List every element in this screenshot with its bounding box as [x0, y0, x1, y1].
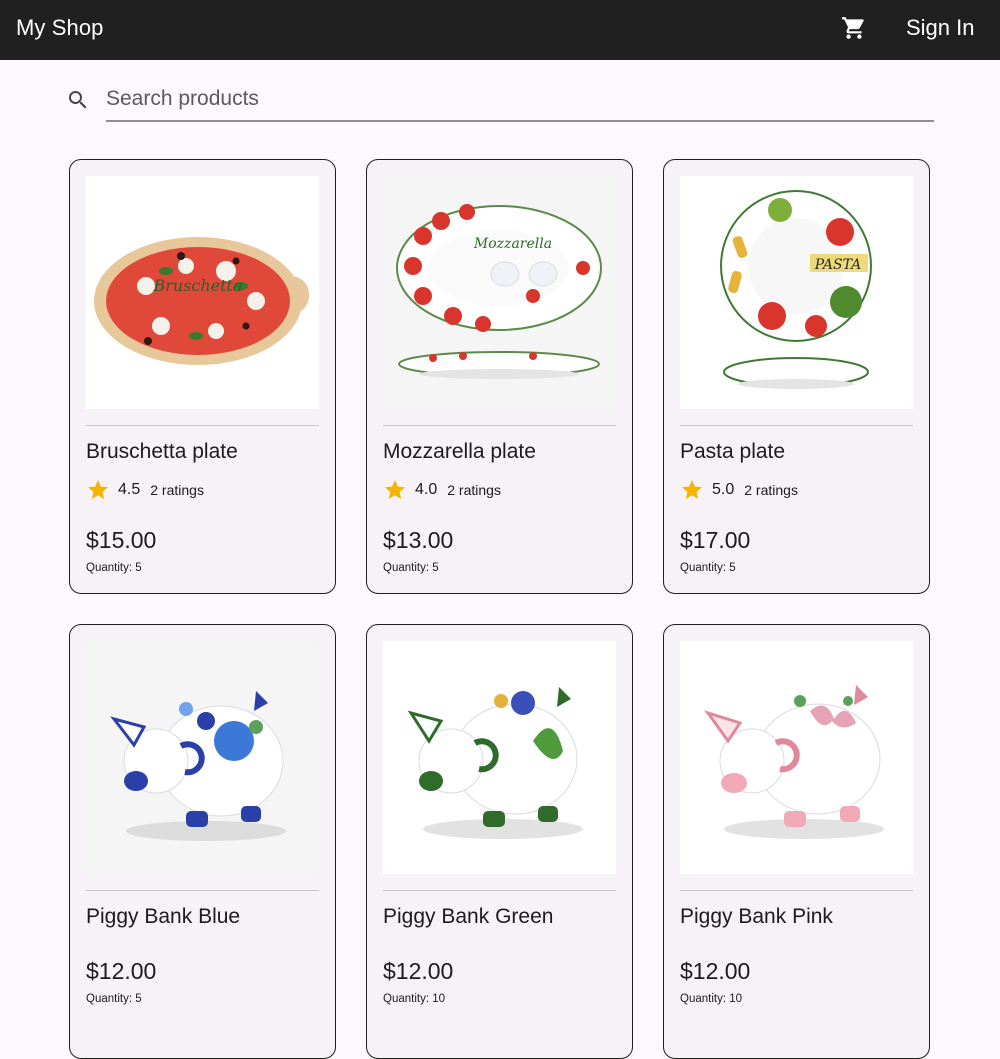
card-divider: [680, 425, 913, 426]
rating-value: 4.5: [118, 481, 141, 498]
product-card[interactable]: Mozzarella Mozzarella plate 4.0 2 rating…: [366, 159, 633, 594]
product-image: [383, 641, 616, 874]
product-image: PASTA: [680, 176, 913, 409]
rating-count: 2 ratings: [447, 482, 501, 498]
card-divider: [680, 890, 913, 891]
product-quantity: Quantity: 5: [86, 993, 142, 1005]
rating-count: 2 ratings: [150, 482, 204, 498]
product-card[interactable]: Piggy Bank Pink $12.00 Quantity: 10: [663, 624, 930, 1059]
product-quantity: Quantity: 10: [680, 993, 743, 1005]
product-name: Piggy Bank Green: [383, 905, 554, 928]
sign-in-button[interactable]: Sign In: [896, 8, 985, 48]
product-rating: 4.5 2 ratings: [86, 478, 204, 502]
star-icon: [385, 480, 405, 499]
star-icon: [682, 480, 702, 499]
rating-count: 2 ratings: [744, 482, 798, 498]
product-price: $12.00: [680, 958, 751, 984]
product-rating: 5.0 2 ratings: [680, 478, 798, 502]
product-quantity: Quantity: 5: [680, 562, 736, 574]
app-title[interactable]: My Shop: [16, 0, 104, 60]
piggy-bank-green-image: [407, 687, 583, 839]
rating-value: 4.0: [415, 481, 438, 498]
piggy-bank-pink-image: [704, 685, 884, 839]
bruschetta-label: Bruschetta: [152, 276, 242, 295]
product-price: $12.00: [383, 958, 454, 984]
mozzarella-plate-image: Mozzarella: [396, 204, 602, 379]
product-price: $17.00: [680, 527, 751, 553]
product-name: Bruschetta plate: [86, 440, 238, 463]
card-divider: [383, 425, 616, 426]
product-name: Piggy Bank Blue: [86, 905, 241, 928]
rating-value: 5.0: [712, 481, 735, 498]
search-input[interactable]: [106, 78, 934, 122]
card-divider: [86, 425, 319, 426]
search-bar: [66, 78, 934, 124]
product-name: Pasta plate: [680, 440, 786, 463]
product-card[interactable]: Bruschetta Bruschetta plate 4.5 2 rating…: [69, 159, 336, 594]
star-icon: [88, 480, 108, 499]
product-card[interactable]: Piggy Bank Green $12.00 Quantity: 10: [366, 624, 633, 1059]
product-grid: Bruschetta Bruschetta plate 4.5 2 rating…: [69, 159, 931, 1059]
product-image: Mozzarella: [383, 176, 616, 409]
product-image: [86, 641, 319, 874]
product-image: [680, 641, 913, 874]
card-divider: [86, 890, 319, 891]
shopping-cart-icon: [842, 17, 864, 39]
product-price: $15.00: [86, 527, 157, 553]
card-divider: [383, 890, 616, 891]
product-rating: 4.0 2 ratings: [383, 478, 501, 502]
mozzarella-label: Mozzarella: [473, 236, 552, 252]
pasta-plate-image: PASTA: [720, 190, 872, 389]
pasta-label: PASTA: [814, 257, 862, 273]
product-quantity: Quantity: 5: [383, 562, 439, 574]
search-icon: [69, 91, 87, 109]
product-price: $12.00: [86, 958, 157, 984]
product-name: Piggy Bank Pink: [680, 905, 833, 928]
product-price: $13.00: [383, 527, 454, 553]
cart-button[interactable]: [836, 10, 872, 46]
piggy-bank-blue-image: [110, 691, 286, 841]
top-app-bar: My Shop Sign In: [0, 0, 1000, 60]
product-name: Mozzarella plate: [383, 440, 536, 463]
product-quantity: Quantity: 5: [86, 562, 142, 574]
product-quantity: Quantity: 10: [383, 993, 446, 1005]
product-card[interactable]: PASTA Pasta plate 5.0 2 ratings $17.00 Q…: [663, 159, 930, 594]
bruschetta-plate-image: Bruschetta: [94, 237, 309, 365]
product-image: Bruschetta: [86, 176, 319, 409]
product-card[interactable]: Piggy Bank Blue $12.00 Quantity: 5: [69, 624, 336, 1059]
